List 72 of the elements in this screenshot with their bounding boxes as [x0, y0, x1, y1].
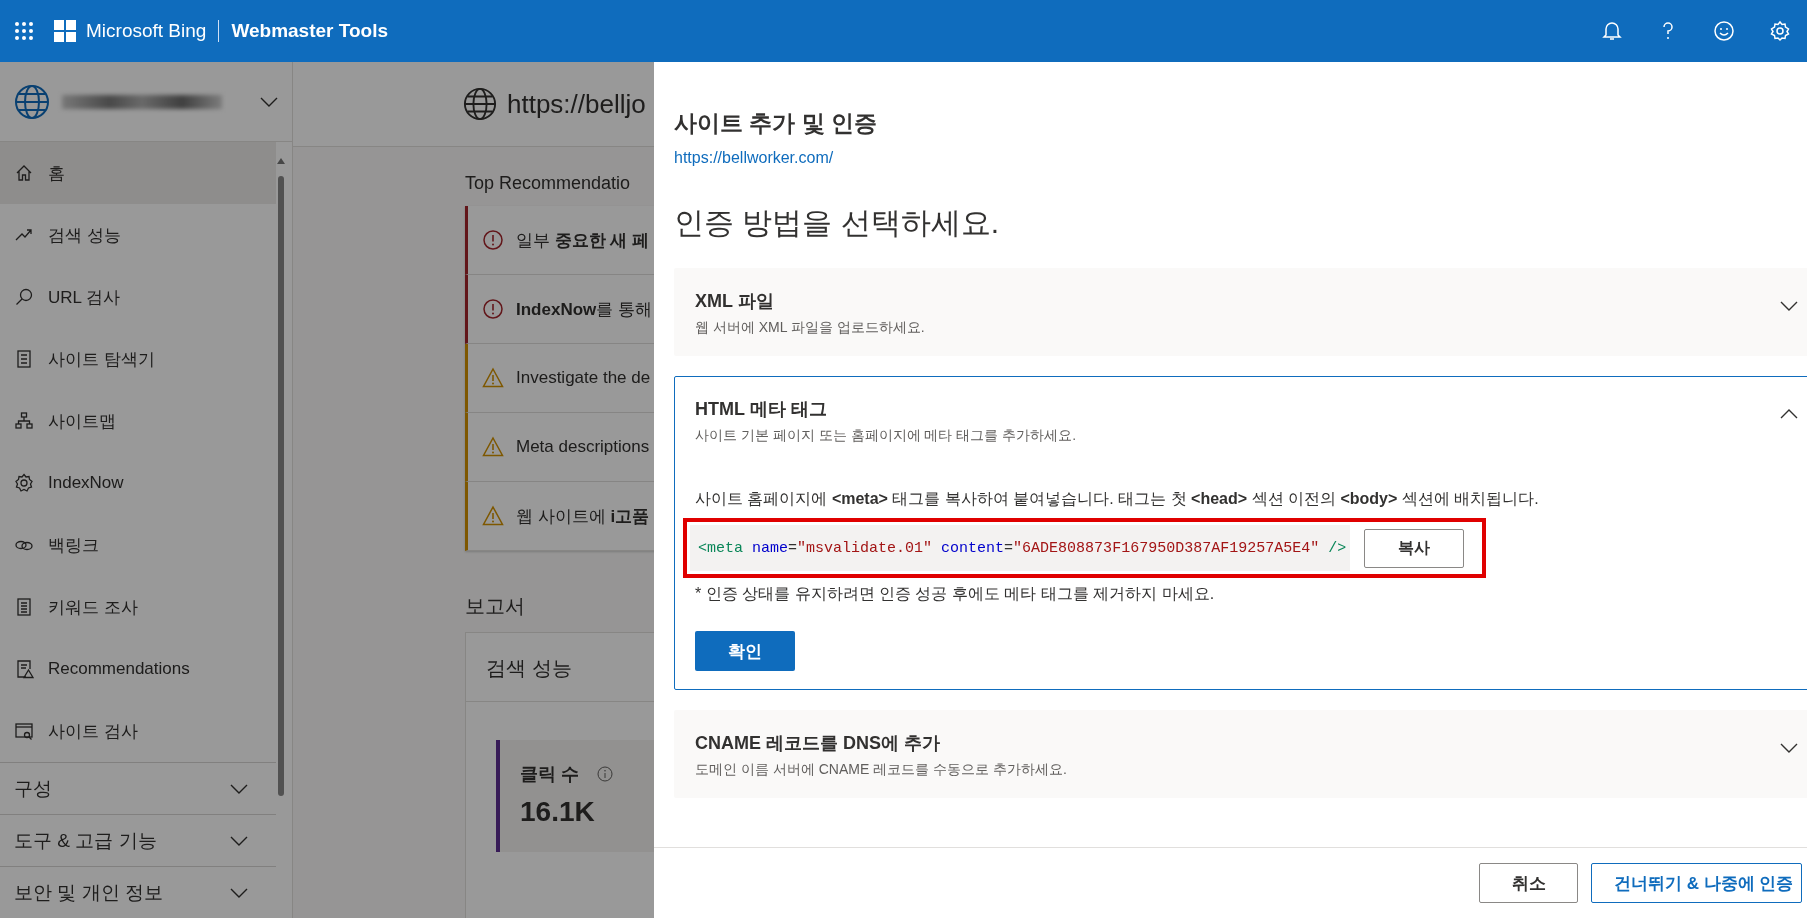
brand-name: Microsoft Bing — [86, 20, 207, 42]
globe-icon — [14, 83, 50, 120]
document-icon — [14, 597, 34, 617]
document-warning-icon — [14, 659, 34, 679]
sidebar-item[interactable]: IndexNow — [0, 452, 276, 514]
product-name: Webmaster Tools — [231, 20, 388, 42]
metric-label: 클릭 수 — [520, 763, 579, 786]
info-icon[interactable] — [597, 766, 613, 782]
method-description: 도메인 이름 서버에 CNAME 레코드를 수동으로 추가하세요. — [695, 761, 1068, 779]
gear-icon — [14, 473, 34, 493]
warning-icon — [482, 367, 504, 389]
skip-button[interactable]: 건너뛰기 & 나중에 인증 — [1591, 863, 1803, 903]
instruction-text: 사이트 홈페이지에 <meta> 태그를 복사하여 붙여넣습니다. 태그는 첫 <head> 섹션 이전의 <body> 섹션에 배치됩니다. — [695, 489, 1540, 509]
method-description: 사이트 기본 페이지 또는 홈페이지에 메타 태그를 추가하세요. — [695, 427, 1078, 445]
section-title: 보고서 — [465, 594, 526, 619]
code-field[interactable]: <meta name="msvalidate.01" content="6ADE808873F167950D387AF19257A5E4" /> — [690, 525, 1350, 571]
sidebar-item[interactable]: 사이트 탐색기 — [0, 328, 276, 390]
checklist-icon — [14, 349, 34, 369]
sidebar-item[interactable]: 검색 성능 — [0, 204, 276, 266]
recommendation-card[interactable]: IndexNow를 통해 — [465, 275, 654, 344]
recommendation-text: 일부 중요한 새 페 — [516, 229, 650, 252]
warning-icon — [482, 505, 504, 527]
site-url-link[interactable]: https://bellworker.com/ — [674, 149, 834, 167]
warning-icon — [482, 436, 504, 458]
sidebar-group[interactable]: 구성 — [0, 762, 276, 814]
cancel-button[interactable]: 취소 — [1479, 863, 1578, 903]
recommendation-text: 웹 사이트에 i고품 — [516, 505, 650, 528]
sidebar-item[interactable]: URL 검사 — [0, 266, 276, 328]
site-dropdown-chevron-icon — [260, 96, 278, 107]
sidebar-item[interactable]: Recommendations — [0, 638, 276, 700]
sidebar-item[interactable]: 사이트 검사 — [0, 700, 276, 762]
recommendation-card[interactable]: 웹 사이트에 i고품 — [465, 482, 654, 551]
section-title: Top Recommendatio — [465, 173, 632, 194]
notification-bell-icon[interactable] — [1601, 20, 1623, 42]
verify-button[interactable]: 확인 — [695, 631, 795, 671]
recommendation-card[interactable]: Investigate the de — [465, 344, 654, 413]
recommendation-text: Investigate the de — [516, 368, 651, 388]
site-url: https://belljo — [507, 88, 646, 120]
recommendation-card[interactable]: 일부 중요한 새 페 — [465, 206, 654, 275]
method-title: CNAME 레코드를 DNS에 추가 — [695, 732, 940, 755]
smiley-icon[interactable] — [1713, 20, 1735, 42]
settings-icon[interactable] — [1769, 20, 1791, 42]
recommendation-card[interactable]: Meta descriptions — [465, 413, 654, 482]
method-description: 웹 서버에 XML 파일을 업로드하세요. — [695, 319, 926, 337]
chevron-icon — [1780, 301, 1798, 311]
chevron-icon — [1780, 409, 1798, 419]
globe-icon — [463, 87, 497, 121]
windows-logo-icon — [54, 20, 76, 42]
method-title: HTML 메타 태그 — [695, 398, 827, 421]
sidebar-group[interactable]: 보안 및 개인 정보 — [0, 866, 276, 918]
search-icon — [14, 287, 34, 307]
recommendation-text: IndexNow를 통해 — [516, 298, 653, 321]
note-text: * 인증 상태를 유지하려면 인증 성공 후에도 메타 태그를 제거하지 마세요. — [695, 584, 1216, 604]
recommendation-text: Meta descriptions — [516, 437, 650, 457]
sidebar-item[interactable]: 홈 — [0, 142, 276, 204]
panel-title: 사이트 추가 및 인증 — [674, 109, 879, 138]
home-icon — [14, 163, 34, 183]
method-title: XML 파일 — [695, 290, 774, 313]
sidebar-group[interactable]: 도구 & 고급 기능 — [0, 814, 276, 866]
sidebar-item[interactable]: 키워드 조사 — [0, 576, 276, 638]
sitemap-icon — [14, 411, 34, 431]
chevron-icon — [1780, 743, 1798, 753]
browser-search-icon — [14, 721, 34, 741]
copy-button[interactable]: 복사 — [1364, 528, 1464, 568]
sidebar-item[interactable]: 사이트맵 — [0, 390, 276, 452]
modal-overlay[interactable] — [0, 62, 654, 918]
sidebar-item[interactable]: 백링크 — [0, 514, 276, 576]
error-icon — [482, 298, 504, 320]
app-launcher-icon[interactable] — [14, 21, 34, 41]
error-icon — [482, 229, 504, 251]
panel-heading: 인증 방법을 선택하세요. — [674, 205, 1000, 241]
metric-value: 16.1K — [520, 796, 596, 828]
